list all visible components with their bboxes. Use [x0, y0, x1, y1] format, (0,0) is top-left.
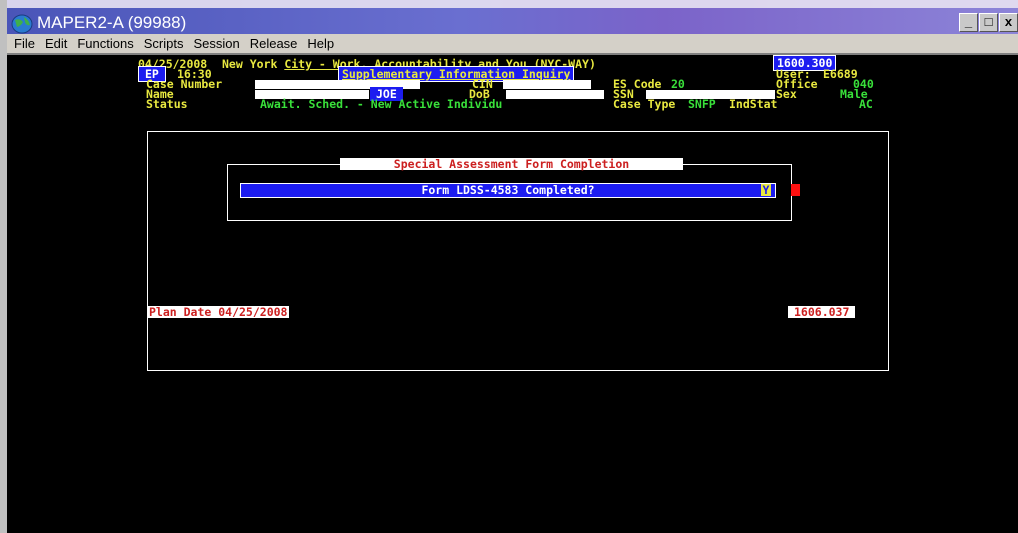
case-type-label: Case Type: [613, 97, 676, 111]
terminal-screen[interactable]: 04/25/2008 New York City - Work, Account…: [7, 55, 1018, 533]
minimize-button[interactable]: _: [959, 13, 978, 32]
dialog-title: Special Assessment Form Completion: [340, 158, 683, 170]
menu-file[interactable]: File: [14, 36, 35, 51]
menu-scripts[interactable]: Scripts: [144, 36, 184, 51]
taskbar-strip: [7, 0, 1018, 8]
plan-date: Plan Date 04/25/2008: [147, 305, 290, 319]
status-value: Await. Sched. - New Active Individu: [260, 97, 503, 111]
dob-field[interactable]: [506, 90, 604, 99]
system-name-prefix: New York: [222, 57, 285, 71]
indstat-value: AC: [859, 97, 873, 111]
es-code-value: 20: [671, 77, 685, 91]
question-row: Form LDSS-4583 Completed?: [240, 183, 776, 198]
globe-app-icon: [11, 14, 33, 34]
menu-release[interactable]: Release: [250, 36, 298, 51]
question-text: Form LDSS-4583 Completed?: [421, 183, 595, 197]
desktop-edge: [0, 0, 7, 533]
window-controls: _ □ x: [959, 13, 1018, 32]
screen-code: 1606.037: [788, 306, 856, 318]
sex-label: Sex: [776, 87, 797, 101]
status-label: Status: [146, 97, 188, 111]
menu-functions[interactable]: Functions: [77, 36, 133, 51]
window-title: MAPER2-A (99988): [37, 13, 187, 32]
maximize-button[interactable]: □: [979, 13, 998, 32]
menu-edit[interactable]: Edit: [45, 36, 67, 51]
title-bar[interactable]: MAPER2-A (99988) _ □ x: [7, 0, 1018, 34]
terminal-window: MAPER2-A (99988) _ □ x File Edit Functio…: [7, 0, 1018, 533]
answer-input[interactable]: Y: [761, 184, 771, 196]
menu-session[interactable]: Session: [193, 36, 239, 51]
menu-bar: File Edit Functions Scripts Session Rele…: [7, 34, 1018, 55]
close-button[interactable]: x: [999, 13, 1018, 32]
case-type-value: SNFP: [688, 97, 716, 111]
cin-field[interactable]: [503, 80, 591, 89]
error-marker: [791, 184, 800, 196]
indstat-label: IndStat: [729, 97, 778, 111]
menu-help[interactable]: Help: [307, 36, 334, 51]
